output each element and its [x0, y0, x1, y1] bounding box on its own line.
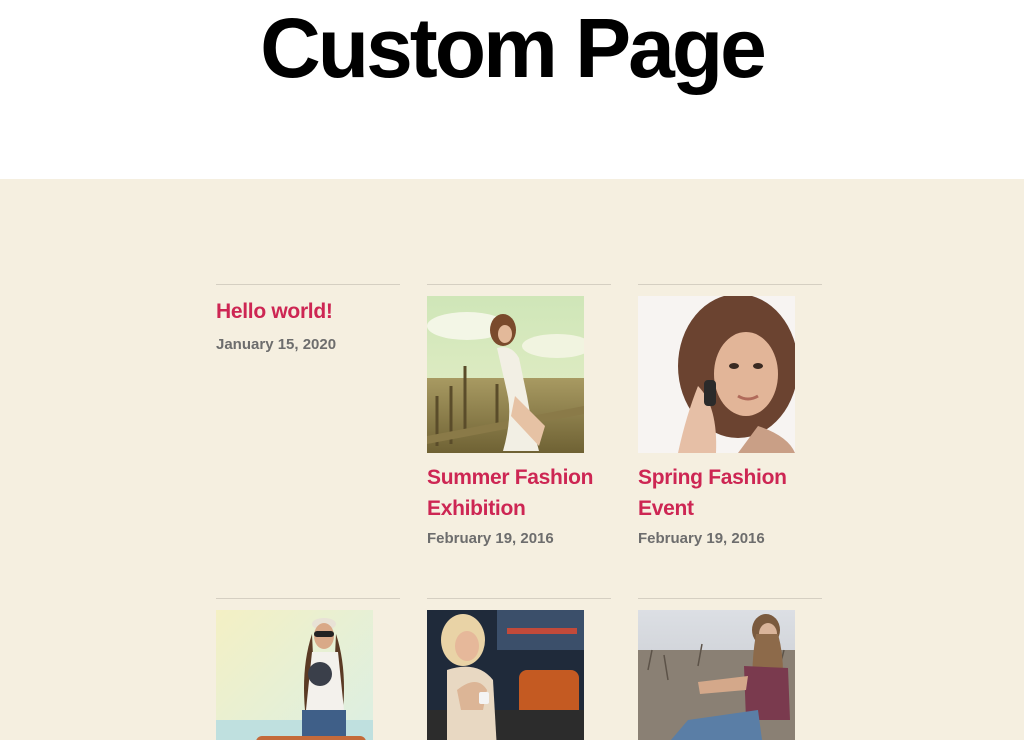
post-title-link[interactable]: Spring Fashion Event [638, 462, 822, 524]
post-thumbnail-woman-on-fence-image[interactable] [427, 296, 584, 453]
page-title: Custom Page [260, 1, 767, 95]
post-title-link[interactable]: Summer Fashion Exhibition [427, 462, 611, 524]
post-date: February 19, 2016 [427, 530, 554, 547]
post-title-link[interactable]: Hello world! [216, 296, 400, 327]
post-divider [427, 284, 611, 285]
woman-on-phone-photo-icon [638, 296, 795, 453]
post-thumbnail-woman-on-phone-image[interactable] [638, 296, 795, 453]
woman-with-sunglasses-photo-icon [216, 610, 373, 740]
post-thumbnail-woman-in-field-image[interactable] [638, 610, 795, 740]
post-thumbnail-woman-in-cafe-image[interactable] [427, 610, 584, 740]
post-divider [216, 284, 400, 285]
woman-in-field-photo-icon [638, 610, 795, 740]
page-header: Custom Page [0, 0, 1024, 179]
post-divider [216, 598, 400, 599]
post-date: January 15, 2020 [216, 336, 337, 353]
post-thumbnail-woman-with-sunglasses-image[interactable] [216, 610, 373, 740]
post-grid: Hello world! January 15, 2020 Summer Fas… [0, 179, 1024, 740]
post-date: February 19, 2016 [638, 530, 765, 547]
post-divider [638, 284, 822, 285]
woman-on-fence-photo-icon [427, 296, 584, 453]
woman-in-cafe-photo-icon [427, 610, 584, 740]
post-divider [638, 598, 822, 599]
post-divider [427, 598, 611, 599]
